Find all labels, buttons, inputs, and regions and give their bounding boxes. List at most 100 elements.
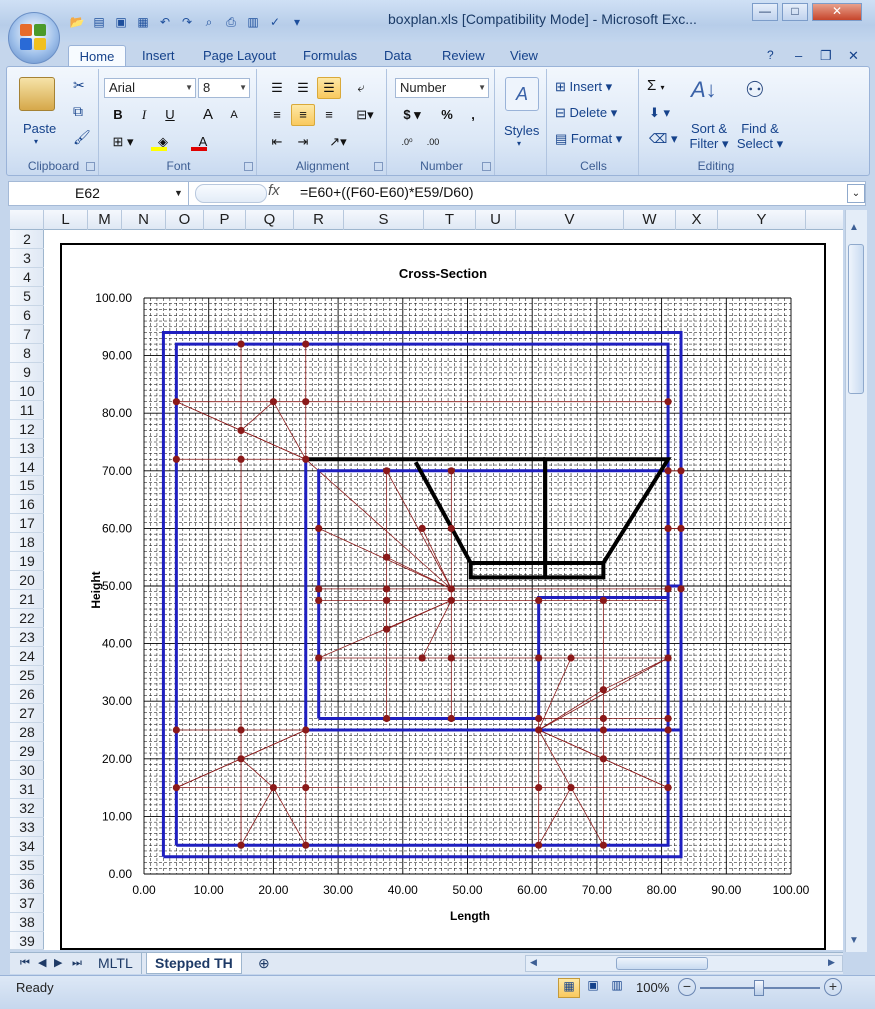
- print-icon[interactable]: ▦: [134, 12, 152, 30]
- zoom-in-icon[interactable]: +: [824, 978, 842, 996]
- underline-button[interactable]: U: [158, 104, 182, 126]
- redo-icon[interactable]: ↷: [178, 12, 196, 30]
- save-as-icon[interactable]: ▤: [90, 12, 108, 30]
- clipboard-launcher-icon[interactable]: [86, 162, 95, 171]
- wrap-text-icon[interactable]: ⤶: [349, 77, 373, 99]
- row-header-15[interactable]: 15: [10, 476, 44, 496]
- align-right-icon[interactable]: ≡: [317, 104, 341, 126]
- row-header-34[interactable]: 34: [10, 837, 44, 856]
- sheet-tab-mltl[interactable]: MLTL: [90, 953, 142, 974]
- horizontal-scrollbar[interactable]: ◀ ▶: [525, 955, 843, 972]
- row-header-10[interactable]: 10: [10, 382, 44, 401]
- align-center-icon[interactable]: ≡: [291, 104, 315, 126]
- format-painter-icon[interactable]: 🖌: [73, 129, 91, 146]
- zoom-level[interactable]: 100%: [636, 980, 669, 995]
- row-header-14[interactable]: 14: [10, 458, 44, 477]
- fill-color-icon[interactable]: ◈: [146, 131, 180, 153]
- paste-icon[interactable]: ▥: [244, 12, 262, 30]
- customize-qat-icon[interactable]: ▾: [288, 12, 306, 30]
- format-button[interactable]: ▤ Format ▾: [555, 131, 622, 147]
- row-header-33[interactable]: 33: [10, 818, 44, 837]
- row-header-4[interactable]: 4: [10, 268, 44, 287]
- comma-button[interactable]: ,: [461, 104, 485, 126]
- undo-icon[interactable]: ↶: [156, 12, 174, 30]
- column-header-y[interactable]: Y: [718, 210, 806, 230]
- row-header-37[interactable]: 37: [10, 894, 44, 913]
- row-header-39[interactable]: 39: [10, 932, 44, 951]
- column-header-v[interactable]: V: [516, 210, 624, 230]
- column-header-n[interactable]: N: [122, 210, 166, 230]
- copy-icon[interactable]: ⧉: [73, 103, 83, 120]
- row-header-35[interactable]: 35: [10, 856, 44, 875]
- column-header-m[interactable]: M: [88, 210, 122, 230]
- column-header-q[interactable]: Q: [246, 210, 294, 230]
- row-header-26[interactable]: 26: [10, 685, 44, 704]
- row-header-24[interactable]: 24: [10, 647, 44, 667]
- font-color-button[interactable]: A: [186, 131, 220, 153]
- expand-formula-bar-icon[interactable]: ⌄: [847, 184, 865, 203]
- vertical-scroll-thumb[interactable]: [848, 244, 864, 394]
- maximize-button[interactable]: □: [782, 3, 808, 21]
- align-bottom-icon[interactable]: ☰: [317, 77, 341, 99]
- row-header-19[interactable]: 19: [10, 552, 44, 572]
- row-header-5[interactable]: 5: [10, 287, 44, 306]
- page-layout-view-icon[interactable]: ▣: [582, 978, 604, 998]
- minimize-workbook-icon[interactable]: –: [795, 45, 802, 66]
- normal-view-icon[interactable]: ▦: [558, 978, 580, 998]
- align-left-icon[interactable]: ≡: [265, 104, 289, 126]
- zoom-out-icon[interactable]: −: [678, 978, 696, 996]
- last-sheet-icon[interactable]: ⏭: [64, 953, 90, 974]
- spelling-icon[interactable]: ✓: [266, 12, 284, 30]
- column-header-l[interactable]: L: [44, 210, 88, 230]
- quick-print-icon[interactable]: ⎙: [222, 12, 240, 30]
- bold-button[interactable]: B: [106, 104, 130, 126]
- orientation-icon[interactable]: ↗▾: [321, 131, 355, 153]
- column-header-s[interactable]: S: [344, 210, 424, 230]
- tab-data[interactable]: Data: [384, 45, 411, 66]
- row-header-6[interactable]: 6: [10, 306, 44, 325]
- column-header-u[interactable]: U: [476, 210, 516, 230]
- delete-button[interactable]: ⊟ Delete ▾: [555, 105, 617, 121]
- row-header-21[interactable]: 21: [10, 590, 44, 610]
- chart-area[interactable]: 0.00 10.00 20.00 30.00 40.00 50.00 60.00 70.00 8…: [60, 243, 826, 950]
- row-header-31[interactable]: 31: [10, 780, 44, 799]
- row-header-36[interactable]: 36: [10, 875, 44, 894]
- clear-icon[interactable]: ⌫ ▾: [649, 131, 678, 147]
- tab-insert[interactable]: Insert: [142, 45, 175, 66]
- office-button[interactable]: [8, 12, 60, 64]
- horizontal-scroll-thumb[interactable]: [616, 957, 708, 970]
- increase-decimal-icon[interactable]: .0⁰: [395, 131, 419, 153]
- insert-function-button[interactable]: fx: [268, 182, 280, 199]
- formula-input[interactable]: =E60+((F60-E60)*E59/D60): [300, 184, 474, 200]
- currency-button[interactable]: $ ▾: [395, 104, 429, 126]
- tab-page-layout[interactable]: Page Layout: [203, 45, 276, 66]
- row-header-18[interactable]: 18: [10, 533, 44, 553]
- cut-icon[interactable]: ✂: [73, 77, 85, 94]
- row-header-13[interactable]: 13: [10, 439, 44, 458]
- find-select-button[interactable]: Find & Select ▾: [735, 121, 785, 152]
- column-header-x[interactable]: X: [676, 210, 718, 230]
- zoom-slider-thumb[interactable]: [754, 980, 764, 996]
- row-header-17[interactable]: 17: [10, 514, 44, 534]
- tab-formulas[interactable]: Formulas: [303, 45, 357, 66]
- autosum-button[interactable]: Σ ▾: [647, 77, 664, 94]
- name-box[interactable]: E62: [9, 182, 189, 205]
- row-header-23[interactable]: 23: [10, 628, 44, 648]
- tab-view[interactable]: View: [510, 45, 538, 66]
- restore-workbook-icon[interactable]: ❐: [820, 45, 832, 66]
- row-header-3[interactable]: 3: [10, 249, 44, 268]
- print-preview-icon[interactable]: ⌕: [200, 12, 218, 30]
- italic-button[interactable]: I: [132, 104, 156, 126]
- row-header-29[interactable]: 29: [10, 742, 44, 761]
- row-header-11[interactable]: 11: [10, 401, 44, 420]
- decrease-indent-icon[interactable]: ⇤: [265, 131, 289, 153]
- row-header-9[interactable]: 9: [10, 363, 44, 382]
- select-all-button[interactable]: [10, 210, 44, 230]
- merge-center-icon[interactable]: ⊟▾: [349, 104, 381, 126]
- shrink-font-button[interactable]: A: [222, 104, 246, 126]
- column-header-r[interactable]: R: [294, 210, 344, 230]
- group-styles[interactable]: A Styles ▾: [497, 69, 547, 175]
- row-header-2[interactable]: 2: [10, 230, 44, 249]
- tab-home[interactable]: Home: [68, 45, 126, 66]
- sort-filter-button[interactable]: Sort & Filter ▾: [686, 121, 732, 152]
